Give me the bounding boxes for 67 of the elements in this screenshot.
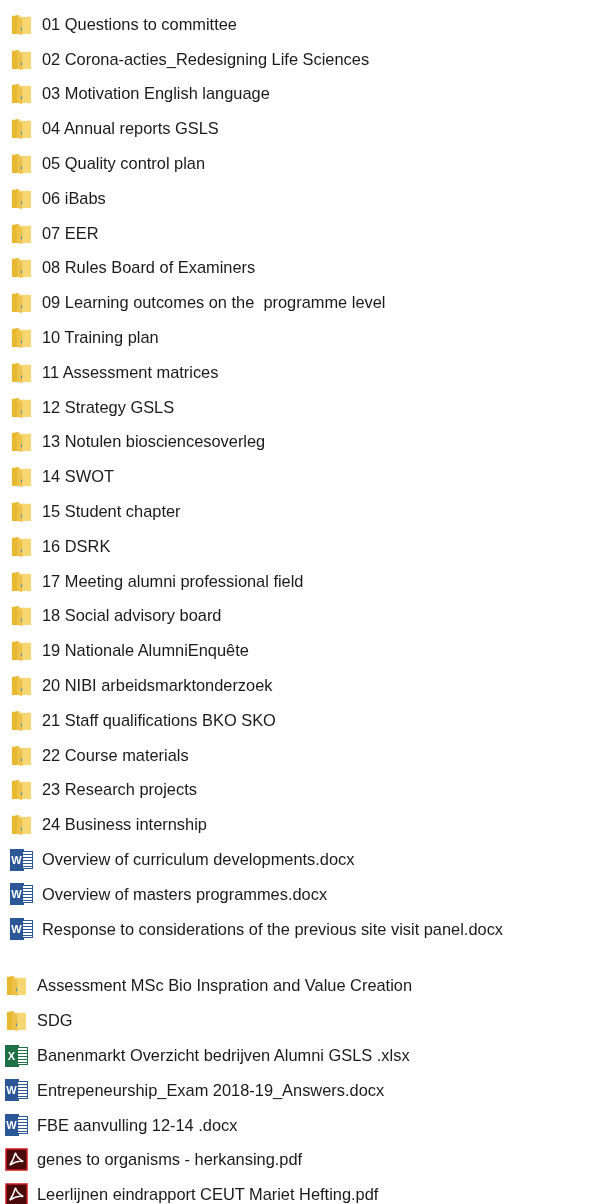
file-name[interactable]: 05 Quality control plan xyxy=(42,154,206,174)
pdf-icon xyxy=(5,1148,28,1172)
folder-icon xyxy=(10,743,33,767)
file-name[interactable]: 14 SWOT xyxy=(42,467,114,487)
folder-icon xyxy=(10,12,33,36)
folder-icon xyxy=(10,534,33,558)
folder-icon xyxy=(10,813,33,837)
file-name[interactable]: 12 Strategy GSLS xyxy=(42,397,175,417)
folder-icon xyxy=(5,1009,28,1033)
word-document-icon: W xyxy=(10,883,33,906)
folder-icon xyxy=(10,326,33,350)
folder-icon xyxy=(10,291,33,315)
file-name[interactable]: FBE aanvulling 12-14 .docx xyxy=(37,1115,238,1135)
file-name[interactable]: 01 Questions to committee xyxy=(42,14,237,34)
file-name[interactable]: 08 Rules Board of Examiners xyxy=(42,258,256,278)
folder-icon xyxy=(10,395,33,419)
file-name[interactable]: Entrepeneurship_Exam 2018-19_Answers.docx xyxy=(37,1080,385,1100)
word-document-icon: W xyxy=(10,918,33,941)
file-name[interactable]: 23 Research projects xyxy=(42,780,197,800)
file-name[interactable]: Banenmarkt Overzicht bedrijven Alumni GSLS .xlsx xyxy=(37,1046,410,1065)
file-name[interactable]: 15 Student chapter xyxy=(42,502,181,522)
file-name[interactable]: 17 Meeting alumni professional field xyxy=(42,571,304,591)
folder-icon xyxy=(10,117,33,141)
file-name[interactable]: Overview of curriculum developments.docx xyxy=(42,850,355,869)
folder-icon xyxy=(10,639,33,663)
folder-icon xyxy=(10,604,33,628)
file-name[interactable]: Assessment MSc Bio Inspration and Value Creation xyxy=(37,976,413,996)
folder-icon xyxy=(10,256,33,280)
word-document-icon: W xyxy=(10,848,33,871)
file-name[interactable]: 20 NIBI arbeidsmarktonderzoek xyxy=(42,676,273,696)
file-name[interactable]: 07 EER xyxy=(42,223,99,243)
file-name[interactable]: 13 Notulen biosciencesoverleg xyxy=(42,432,266,452)
file-name[interactable]: 11 Assessment matrices xyxy=(42,362,219,382)
folder-icon xyxy=(5,974,28,998)
file-name[interactable]: 24 Business internship xyxy=(42,815,207,835)
file-name[interactable]: 21 Staff qualifications BKO SKO xyxy=(42,710,276,730)
file-name[interactable]: 02 Corona-acties_Redesigning Life Sciences xyxy=(42,49,370,69)
file-name[interactable]: 03 Motivation English language xyxy=(42,84,270,104)
file-name[interactable]: Overview of masters programmes.docx xyxy=(42,884,328,904)
folder-icon xyxy=(10,152,33,176)
word-document-icon: W xyxy=(5,1114,28,1137)
folder-icon xyxy=(10,47,33,71)
folder-icon xyxy=(10,500,33,524)
file-name[interactable]: genes to organisms - herkansing.pdf xyxy=(37,1150,303,1170)
word-document-icon: W xyxy=(5,1079,28,1102)
folder-icon xyxy=(10,360,33,384)
folder-icon xyxy=(10,465,33,489)
file-name[interactable]: 16 DSRK xyxy=(42,536,111,556)
file-name[interactable]: SDG xyxy=(37,1011,73,1031)
file-name[interactable]: 19 Nationale AlumniEnquête xyxy=(42,641,249,661)
file-name[interactable]: Response to considerations of the previous site visit panel.docx xyxy=(42,919,504,939)
file-name[interactable]: 22 Course materials xyxy=(42,745,189,765)
folder-icon xyxy=(10,674,33,698)
folder-icon xyxy=(10,778,33,802)
folder-icon xyxy=(10,82,33,106)
folder-icon xyxy=(10,708,33,732)
file-name[interactable]: 09 Learning outcomes on the programme level xyxy=(42,293,386,313)
folder-icon xyxy=(10,430,33,454)
file-name[interactable]: 06 iBabs xyxy=(42,188,106,208)
folder-icon xyxy=(10,569,33,593)
spreadsheet-icon: X xyxy=(5,1044,28,1067)
folder-icon xyxy=(10,221,33,245)
file-name[interactable]: Leerlijnen eindrapport CEUT Mariet Hefting.pdf xyxy=(37,1185,379,1204)
file-name[interactable]: 04 Annual reports GSLS xyxy=(42,119,219,139)
file-name[interactable]: 10 Training plan xyxy=(42,328,159,348)
file-name[interactable]: 18 Social advisory board xyxy=(42,606,222,626)
folder-icon xyxy=(10,186,33,210)
